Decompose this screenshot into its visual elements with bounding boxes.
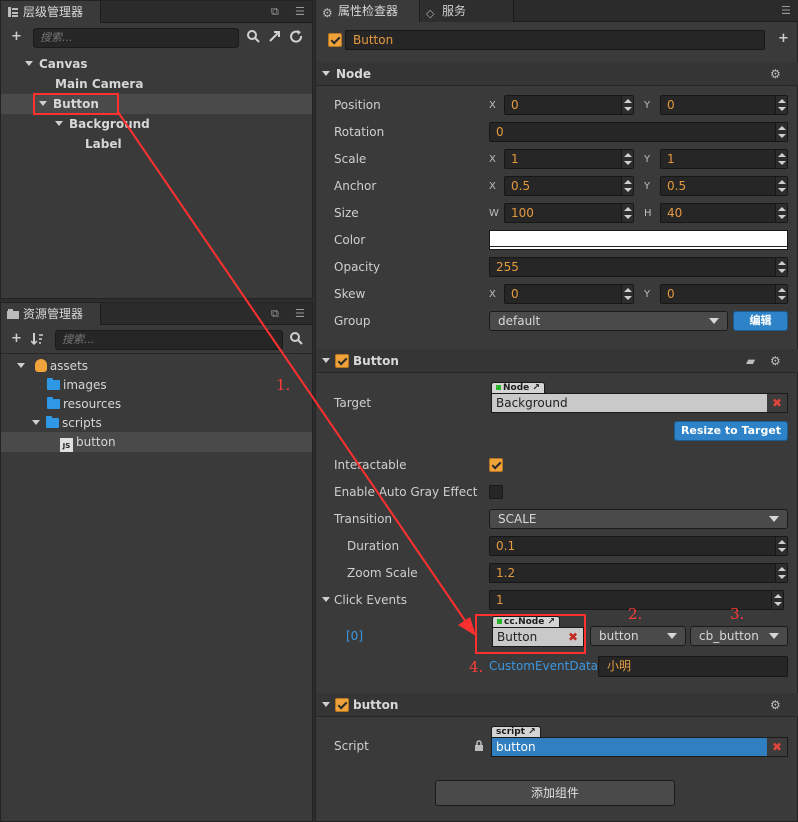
annotation-step-3: 3. (730, 605, 745, 623)
annotation-step-1: 1. (276, 376, 291, 394)
annotation-step-2: 2. (628, 605, 643, 623)
annotation-arrow (117, 111, 476, 636)
annotation-step-4: 4. (469, 658, 484, 676)
